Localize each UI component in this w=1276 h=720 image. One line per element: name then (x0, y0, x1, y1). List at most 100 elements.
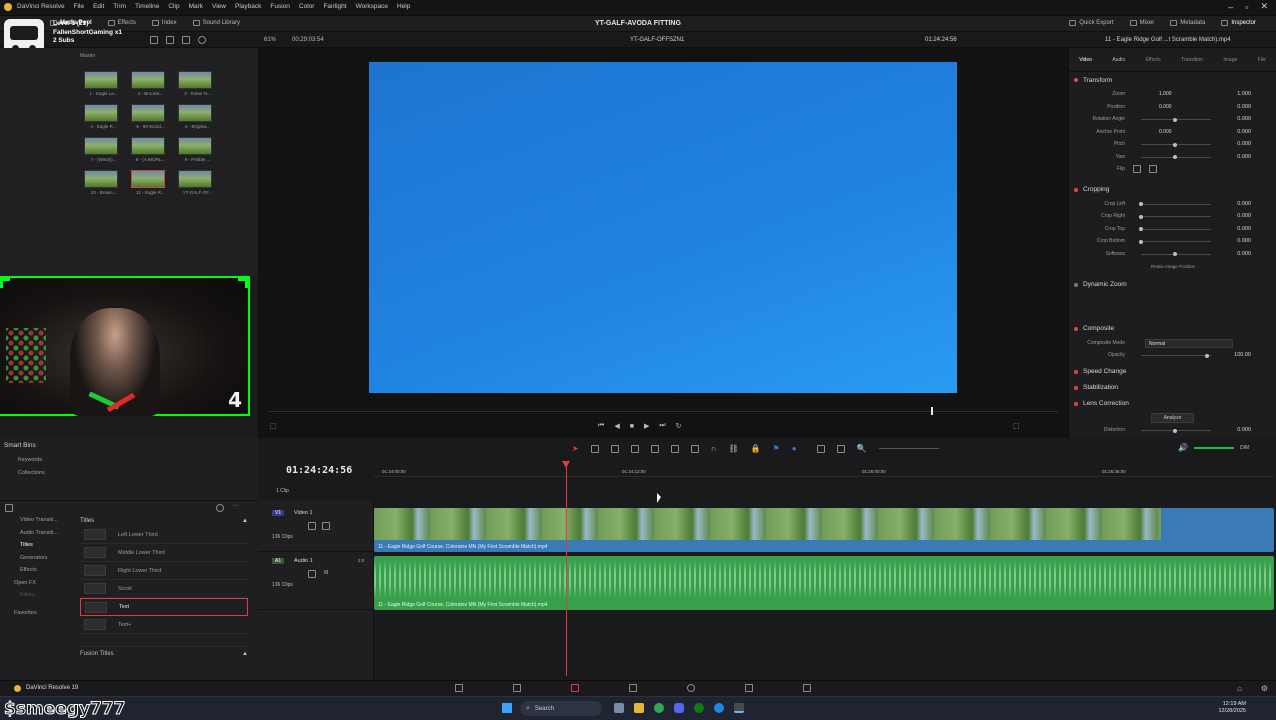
inspector-button[interactable]: Inspector (1221, 20, 1256, 26)
flag-icon[interactable]: ⚑ (773, 444, 780, 453)
tab-audio[interactable]: Audio (1112, 57, 1125, 63)
row-rotation[interactable]: Rotation Angle 0.000 (1069, 113, 1276, 126)
tree-titles[interactable]: Titles (0, 539, 72, 552)
fusion-titles-header[interactable]: Fusion Titles ▲ (80, 646, 248, 660)
enabled-dot-icon[interactable] (1074, 385, 1078, 390)
tab-image[interactable]: Image (1223, 57, 1237, 63)
stop-icon[interactable]: ■ (630, 423, 634, 430)
flip-horizontal-icon[interactable] (1133, 165, 1141, 174)
analyze-button[interactable]: Analyze (1069, 412, 1276, 425)
enabled-dot-icon[interactable] (1074, 187, 1078, 192)
viewer-zoom[interactable]: 61% (264, 37, 276, 43)
media-clip[interactable]: 9 - Pebble ... (177, 137, 218, 162)
fusion-page-icon[interactable] (629, 684, 637, 692)
row-opacity[interactable]: Opacity 100.00 (1069, 349, 1276, 362)
section-dynamic-zoom[interactable]: Dynamic Zoom (1069, 277, 1276, 293)
mixer-button[interactable]: Mixer (1129, 20, 1154, 26)
title-right-lower-third[interactable]: Right Lower Third (80, 562, 248, 580)
dynamic-trim-icon[interactable] (610, 444, 619, 453)
menu-trim[interactable]: Trim (113, 3, 126, 10)
media-clip[interactable]: 6 - Brightw... (177, 104, 218, 129)
settings-icon[interactable]: ⚙ (1261, 684, 1268, 693)
row-composite-mode[interactable]: Composite Mode Normal (1069, 337, 1276, 350)
selection-tool-icon[interactable]: ➤ (572, 444, 579, 453)
zoom-slider[interactable] (878, 448, 939, 449)
reverse-icon[interactable]: ◀ (614, 422, 619, 430)
enabled-dot-icon[interactable] (1074, 401, 1078, 406)
tab-file[interactable]: File (1258, 57, 1266, 63)
cut-page-icon[interactable] (513, 684, 521, 692)
skip-end-icon[interactable]: ⏭ (659, 422, 665, 430)
timeline-ruler[interactable]: 01:24:00:00 01:24:12:00 01:25:00:00 01:2… (374, 462, 1274, 477)
insert-clip-icon[interactable] (650, 444, 659, 453)
tab-video[interactable]: Video (1079, 57, 1092, 63)
tree-favorites[interactable]: Favorites (0, 606, 72, 620)
menu-workspace[interactable]: Workspace (356, 3, 388, 10)
row-distortion[interactable]: Distortion 0.000 (1069, 424, 1276, 437)
media-clip[interactable]: 5 - 90 World... (130, 104, 171, 129)
row-crop-left[interactable]: Crop Left 0.000 (1069, 198, 1276, 211)
menu-playback[interactable]: Playback (235, 3, 261, 10)
viewer-options-icon[interactable]: ⬚ (270, 422, 277, 430)
search-icon[interactable] (216, 504, 224, 512)
deliver-page-icon[interactable] (803, 684, 811, 692)
title-middle-lower-third[interactable]: Middle Lower Third (80, 544, 248, 562)
taskbar-clock[interactable]: 12:19 AM 12/28/2025 (1218, 701, 1246, 715)
fullscreen-icon[interactable]: ⬚ (1013, 422, 1020, 430)
list-view-icon[interactable] (150, 36, 158, 44)
index-button[interactable]: Index (151, 20, 177, 26)
file-explorer-icon[interactable] (634, 703, 644, 713)
loop-icon[interactable]: ↻ (676, 422, 682, 430)
tree-audio-transitions[interactable]: Audio Transiti... (0, 527, 72, 540)
volume-slider[interactable] (1193, 446, 1234, 449)
video-track-header[interactable]: V1 Video 1 136 Clips (258, 504, 374, 552)
sound-library-button[interactable]: Sound Library (192, 20, 240, 26)
zoom-full-icon[interactable] (816, 444, 825, 453)
section-lens-correction[interactable]: Lens Correction (1069, 396, 1276, 412)
enabled-dot-icon[interactable] (1074, 369, 1078, 374)
menu-edit[interactable]: Edit (93, 3, 104, 10)
volume-icon[interactable]: 🔊 (1178, 443, 1188, 452)
media-clip[interactable]: 1 - Eagle La... (83, 71, 124, 96)
zoom-icon[interactable]: 🔍 (857, 444, 867, 453)
media-clip[interactable]: 10 - Brown... (83, 170, 124, 195)
menu-timeline[interactable]: Timeline (135, 3, 159, 10)
composite-mode-dropdown[interactable]: Normal (1145, 338, 1233, 348)
menu-clip[interactable]: Clip (168, 3, 179, 10)
collapse-icon[interactable]: ▲ (242, 651, 248, 657)
sort-icon[interactable] (181, 36, 190, 44)
section-transform[interactable]: Transform (1069, 72, 1276, 88)
row-crop-right[interactable]: Crop Right 0.000 (1069, 210, 1276, 223)
tree-open-fx[interactable]: Open FX (0, 577, 72, 590)
color-page-icon[interactable] (687, 684, 695, 692)
row-crop-top[interactable]: Crop Top 0.000 (1069, 223, 1276, 236)
menu-fusion[interactable]: Fusion (270, 3, 290, 10)
media-clip[interactable]: YT-GALF-OF... (177, 170, 218, 195)
taskbar-search[interactable]: ⌕ Search (520, 701, 602, 716)
row-softness[interactable]: Softness 0.000 (1069, 248, 1276, 261)
media-clip[interactable]: 8 - (A WORL... (130, 137, 171, 162)
skip-start-icon[interactable]: ⏮ (598, 422, 604, 430)
close-icon[interactable]: ✕ (1260, 1, 1268, 12)
section-stabilization[interactable]: Stabilization (1069, 380, 1276, 396)
menu-file[interactable]: File (74, 3, 84, 10)
fairlight-page-icon[interactable] (745, 684, 753, 692)
minimize-icon[interactable]: – (1228, 2, 1233, 12)
panel-toggle-icon[interactable] (5, 504, 13, 512)
menu-mark[interactable]: Mark (189, 3, 203, 10)
bin-collections[interactable]: Collections (18, 467, 45, 480)
menu-fairlight[interactable]: Fairlight (323, 3, 346, 10)
trim-tool-icon[interactable] (590, 444, 599, 453)
tree-video-transitions[interactable]: Video Transiti... (0, 514, 72, 527)
search-icon[interactable] (197, 36, 206, 44)
title-scroll[interactable]: Scroll (80, 580, 248, 598)
tree-filters[interactable]: Filters (0, 589, 72, 602)
windows-start-icon[interactable] (502, 703, 512, 713)
row-position[interactable]: Position 0.000 0.000 (1069, 101, 1276, 114)
row-anchor-point[interactable]: Anchor Point 0.000 0.000 (1069, 126, 1276, 139)
xbox-icon[interactable] (694, 703, 704, 713)
audio-track-header[interactable]: A1 Audio 1 2.0 136 Clips M (258, 554, 374, 610)
media-clip-selected[interactable]: 11 - Eagle R... (130, 170, 171, 195)
quick-export-button[interactable]: Quick Export (1069, 20, 1114, 26)
flip-vertical-icon[interactable] (1149, 165, 1157, 174)
